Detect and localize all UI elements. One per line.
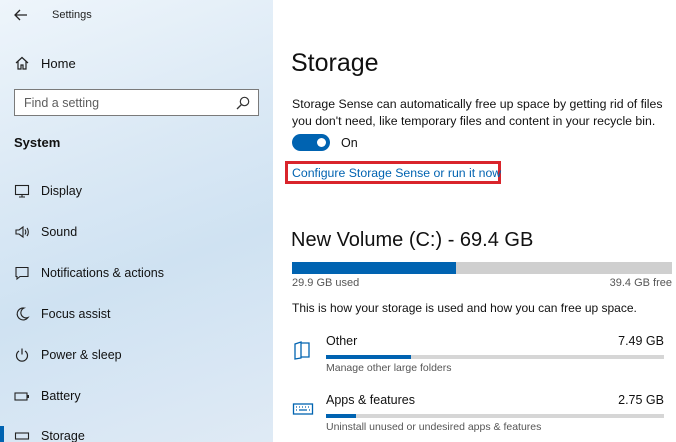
app-title: Settings xyxy=(52,9,92,21)
sidebar-item-label: Display xyxy=(41,184,82,198)
battery-icon xyxy=(14,392,29,401)
sound-icon xyxy=(15,225,29,239)
search-input[interactable]: Find a setting xyxy=(14,89,259,116)
search-icon[interactable] xyxy=(236,96,250,110)
sidebar-item-home[interactable]: Home xyxy=(0,50,273,76)
title-bar: Settings xyxy=(0,0,273,30)
category-usage-bar xyxy=(326,414,664,418)
back-button[interactable] xyxy=(10,5,32,25)
notifications-icon xyxy=(15,266,29,281)
sidebar: Settings Home Find a setting System Disp… xyxy=(0,0,273,442)
category-name: Other xyxy=(326,334,358,348)
storage-icon xyxy=(14,432,30,440)
category-size: 7.49 GB xyxy=(618,334,664,348)
home-icon xyxy=(15,56,29,70)
category-name: Apps & features xyxy=(326,393,415,407)
sidebar-item-power-sleep[interactable]: Power & sleep xyxy=(0,339,273,371)
category-size: 2.75 GB xyxy=(618,393,664,407)
sidebar-item-battery[interactable]: Battery xyxy=(0,380,273,412)
category-subtitle: Manage other large folders xyxy=(326,362,452,374)
folder-icon xyxy=(294,341,310,360)
section-title: System xyxy=(14,135,61,150)
sidebar-item-display[interactable]: Display xyxy=(0,175,273,207)
configure-storage-sense-link[interactable]: Configure Storage Sense or run it now xyxy=(292,166,501,180)
sidebar-item-notifications[interactable]: Notifications & actions xyxy=(0,257,273,289)
page-title: Storage xyxy=(291,49,379,77)
volume-free-label: 39.4 GB free xyxy=(609,277,672,289)
toggle-knob xyxy=(317,138,326,147)
toggle-state-label: On xyxy=(341,136,358,150)
category-usage-bar xyxy=(326,355,664,359)
sidebar-item-label: Sound xyxy=(41,225,78,239)
search-placeholder: Find a setting xyxy=(24,96,100,110)
power-icon xyxy=(15,348,29,362)
sidebar-item-focus-assist[interactable]: Focus assist xyxy=(0,298,273,330)
category-subtitle: Uninstall unused or undesired apps & fea… xyxy=(326,421,542,433)
focus-assist-icon xyxy=(16,307,30,321)
sidebar-item-label: Focus assist xyxy=(41,307,111,321)
keyboard-icon xyxy=(292,403,314,415)
category-usage-fill xyxy=(326,414,357,418)
storage-category-other[interactable]: Other 7.49 GB Manage other large folders xyxy=(273,333,676,383)
storage-usage-description: This is how your storage is used and how… xyxy=(292,301,637,315)
sidebar-item-label: Storage xyxy=(41,429,85,442)
volume-usage-fill xyxy=(292,262,456,274)
storage-sense-toggle[interactable] xyxy=(292,134,330,151)
volume-used-label: 29.9 GB used xyxy=(292,277,360,289)
display-icon xyxy=(14,184,30,198)
back-arrow-icon xyxy=(14,9,27,21)
sidebar-item-label: Battery xyxy=(41,389,81,403)
sidebar-item-label: Notifications & actions xyxy=(41,266,164,280)
category-usage-fill xyxy=(326,355,411,359)
selected-indicator xyxy=(0,426,4,442)
home-label: Home xyxy=(41,56,76,71)
sidebar-item-storage[interactable]: Storage xyxy=(0,420,273,442)
volume-usage-bar xyxy=(292,262,672,274)
sidebar-item-sound[interactable]: Sound xyxy=(0,216,273,248)
storage-category-apps[interactable]: Apps & features 2.75 GB Uninstall unused… xyxy=(273,392,676,442)
volume-title: New Volume (C:) - 69.4 GB xyxy=(291,229,534,251)
main-content: Storage Storage Sense can automatically … xyxy=(273,0,676,442)
storage-sense-description: Storage Sense can automatically free up … xyxy=(292,97,663,128)
sidebar-item-label: Power & sleep xyxy=(41,348,122,362)
